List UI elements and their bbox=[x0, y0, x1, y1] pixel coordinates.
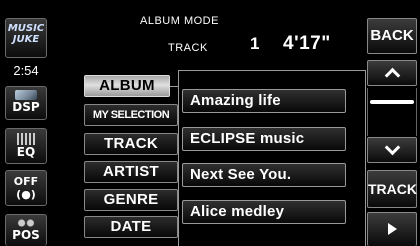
menu-album[interactable]: ALBUM bbox=[84, 75, 170, 97]
next-button[interactable] bbox=[367, 212, 417, 246]
pos-label: POS bbox=[12, 228, 40, 242]
list-item[interactable]: Next See You. bbox=[182, 163, 346, 187]
dsp-icon bbox=[15, 90, 37, 100]
menu-my-selection[interactable]: MY SELECTION bbox=[84, 104, 178, 126]
back-button[interactable]: BACK bbox=[367, 18, 417, 54]
menu-genre[interactable]: GENRE bbox=[84, 189, 178, 211]
track-number: 1 bbox=[250, 34, 260, 53]
track-label: TRACK bbox=[168, 42, 208, 54]
music-juke-label: MUSIC bbox=[7, 23, 45, 34]
menu-artist[interactable]: ARTIST bbox=[84, 161, 178, 183]
dsp-label: DSP bbox=[12, 100, 40, 114]
scroll-up-button[interactable] bbox=[367, 60, 417, 86]
speaker-icon: (●) bbox=[16, 188, 36, 201]
scrollbar-track[interactable] bbox=[367, 88, 417, 136]
list-item[interactable]: ECLIPSE music bbox=[182, 127, 346, 151]
clock: 2:54 bbox=[13, 63, 39, 78]
music-juke-label-2: JUKE bbox=[12, 34, 40, 45]
off-button[interactable]: OFF (●) bbox=[5, 170, 47, 206]
list-item[interactable]: Alice medley bbox=[182, 200, 346, 224]
eq-icon bbox=[17, 133, 35, 145]
music-juke-button[interactable]: MUSIC JUKE bbox=[5, 18, 47, 58]
chevron-down-icon bbox=[384, 139, 400, 156]
menu-connector bbox=[170, 86, 179, 87]
pos-button[interactable]: POS bbox=[5, 214, 47, 246]
track-button[interactable]: TRACK bbox=[367, 170, 417, 208]
pos-icon bbox=[15, 218, 37, 228]
track-time: 4'17" bbox=[283, 33, 331, 54]
chevron-up-icon bbox=[384, 67, 400, 84]
scrollbar-thumb[interactable] bbox=[370, 100, 414, 104]
off-label: OFF bbox=[13, 175, 39, 188]
dsp-button[interactable]: DSP bbox=[5, 86, 47, 120]
mode-title: ALBUM MODE bbox=[140, 15, 219, 27]
scroll-down-button[interactable] bbox=[367, 137, 417, 163]
menu-track[interactable]: TRACK bbox=[84, 133, 178, 155]
eq-label: EQ bbox=[16, 145, 36, 159]
menu-date[interactable]: DATE bbox=[84, 216, 178, 238]
eq-button[interactable]: EQ bbox=[5, 128, 47, 164]
play-icon bbox=[387, 223, 397, 235]
list-item[interactable]: Amazing life bbox=[182, 89, 346, 113]
